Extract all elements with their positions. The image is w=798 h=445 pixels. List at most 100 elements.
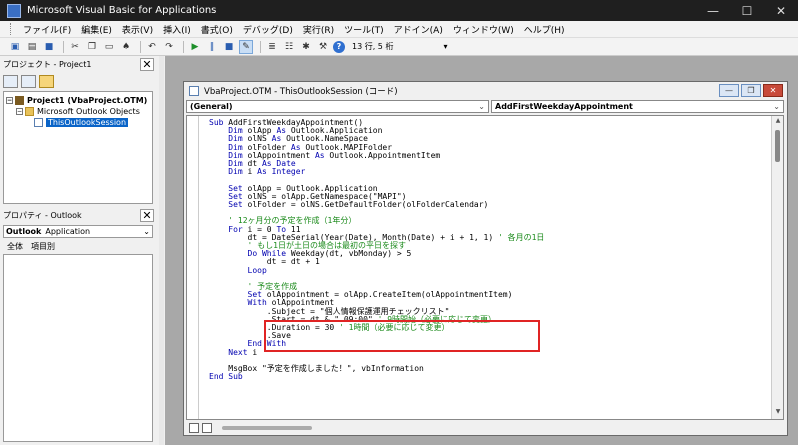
run-icon[interactable]: ▶ bbox=[188, 40, 202, 54]
code-line[interactable]: Set olFolder = olNS.GetDefaultFolder(olF… bbox=[209, 200, 544, 210]
code-line[interactable]: Dim i As Integer bbox=[209, 168, 544, 176]
chevron-down-icon[interactable]: ⌄ bbox=[478, 102, 485, 111]
tree-item-folder-label: Microsoft Outlook Objects bbox=[37, 107, 140, 116]
tree-item-outlook-objects[interactable]: − Microsoft Outlook Objects bbox=[6, 106, 150, 117]
tab-alphabetic[interactable]: 全体 bbox=[3, 241, 27, 253]
horizontal-scroll-thumb[interactable] bbox=[222, 425, 312, 430]
paste-icon[interactable]: ▭ bbox=[102, 40, 116, 54]
menu-run[interactable]: 実行(R) bbox=[298, 23, 339, 36]
find-icon[interactable]: ♠ bbox=[119, 40, 133, 54]
code-editor[interactable]: Sub AddFirstWeekdayAppointment() Dim olA… bbox=[186, 115, 784, 420]
full-module-view-icon[interactable] bbox=[202, 422, 212, 433]
toolbar-separator bbox=[183, 40, 184, 53]
maximize-button[interactable]: ☐ bbox=[730, 0, 764, 21]
properties-pane-close-button[interactable]: ✕ bbox=[140, 208, 154, 222]
pane-splitter[interactable] bbox=[159, 56, 164, 445]
tree-item-project[interactable]: − Project1 (VbaProject.OTM) bbox=[6, 95, 150, 106]
menu-file[interactable]: ファイル(F) bbox=[18, 23, 76, 36]
procedure-combo[interactable]: AddFirstWeekdayAppointment ⌄ bbox=[491, 100, 784, 113]
view-excel-icon[interactable]: ▣ bbox=[8, 40, 22, 54]
code-window-title: VbaProject.OTM - ThisOutlookSession (コード… bbox=[204, 86, 398, 97]
toolbar-options-icon[interactable]: ▾ bbox=[443, 42, 447, 51]
minimize-button[interactable]: — bbox=[696, 0, 730, 21]
menu-insert[interactable]: 挿入(I) bbox=[158, 23, 196, 36]
highlight-annotation-box bbox=[264, 320, 540, 352]
chevron-down-icon[interactable]: ⌄ bbox=[143, 227, 150, 236]
collapse-icon[interactable]: − bbox=[16, 108, 23, 115]
toolbar-separator bbox=[140, 40, 141, 53]
menu-grip[interactable] bbox=[10, 23, 13, 35]
chevron-down-icon[interactable]: ⌄ bbox=[773, 102, 780, 111]
code-token: Dim bbox=[209, 167, 248, 177]
toolbox-icon[interactable]: ⚒ bbox=[316, 40, 330, 54]
module-icon bbox=[34, 118, 43, 127]
object-combo-value: (General) bbox=[190, 102, 233, 111]
properties-window-icon[interactable]: ☷ bbox=[282, 40, 296, 54]
save-icon[interactable]: ■ bbox=[42, 40, 56, 54]
vba-app-icon bbox=[7, 3, 21, 18]
cut-icon[interactable]: ✂ bbox=[68, 40, 82, 54]
menu-help[interactable]: ヘルプ(H) bbox=[519, 23, 570, 36]
folder-icon bbox=[25, 107, 34, 116]
toggle-folders-icon[interactable] bbox=[39, 75, 54, 88]
design-mode-icon[interactable]: ✎ bbox=[239, 39, 253, 54]
menu-window[interactable]: ウィンドウ(W) bbox=[448, 23, 519, 36]
view-object-icon[interactable] bbox=[21, 75, 36, 88]
tree-item-project-label: Project1 (VbaProject.OTM) bbox=[27, 96, 148, 105]
code-line[interactable]: Loop bbox=[209, 265, 544, 275]
code-token: Outlook.AppointmentItem bbox=[329, 150, 441, 160]
reset-icon[interactable]: ■ bbox=[222, 40, 236, 54]
undo-icon[interactable]: ↶ bbox=[145, 40, 159, 54]
code-token: i bbox=[247, 167, 258, 177]
code-line[interactable]: End Sub bbox=[209, 373, 544, 381]
scroll-thumb[interactable] bbox=[775, 130, 780, 162]
properties-pane-title: プロパティ - Outlook bbox=[3, 210, 82, 220]
menu-view[interactable]: 表示(V) bbox=[117, 23, 158, 36]
menu-tools[interactable]: ツール(T) bbox=[339, 23, 389, 36]
break-icon[interactable]: ‖ bbox=[205, 40, 219, 54]
code-window-restore-button[interactable]: ❐ bbox=[741, 84, 761, 97]
code-window-minimize-button[interactable]: — bbox=[719, 84, 739, 97]
code-token: As Integer bbox=[257, 167, 306, 177]
menu-edit[interactable]: 編集(E) bbox=[76, 23, 117, 36]
window-title: Microsoft Visual Basic for Applications bbox=[27, 5, 217, 16]
view-code-icon[interactable] bbox=[3, 75, 18, 88]
properties-tabs: 全体 項目別 bbox=[3, 241, 153, 253]
procedure-view-icon[interactable] bbox=[189, 422, 199, 433]
insert-userform-icon[interactable]: ▤ bbox=[25, 40, 39, 54]
code-token: Set bbox=[209, 200, 248, 210]
properties-object-type: Application bbox=[45, 227, 91, 236]
help-icon[interactable]: ? bbox=[333, 40, 345, 53]
object-combo[interactable]: (General) ⌄ bbox=[186, 100, 489, 113]
redo-icon[interactable]: ↷ bbox=[162, 40, 176, 54]
properties-object-select[interactable]: Outlook Application ⌄ bbox=[3, 225, 153, 238]
menu-format[interactable]: 書式(O) bbox=[196, 23, 238, 36]
tab-categorized[interactable]: 項目別 bbox=[27, 241, 59, 253]
toolbar-separator bbox=[260, 40, 261, 53]
tree-item-thisoutlooksession[interactable]: ThisOutlookSession bbox=[6, 117, 150, 128]
margin-indicator-bar[interactable] bbox=[187, 116, 199, 419]
close-button[interactable]: ✕ bbox=[764, 0, 798, 21]
code-window-close-button[interactable]: ✕ bbox=[763, 84, 783, 97]
code-token: olFolder = olNS.GetDefaultFolder(olFolde… bbox=[247, 200, 489, 210]
code-token: End Sub bbox=[209, 372, 243, 382]
menu-debug[interactable]: デバッグ(D) bbox=[238, 23, 298, 36]
code-line[interactable]: MsgBox "予定を作成しました！", vbInformation bbox=[209, 364, 544, 373]
code-token: As bbox=[314, 150, 330, 160]
code-window-icon bbox=[189, 85, 199, 96]
vertical-scrollbar[interactable]: ▲ ▼ bbox=[771, 116, 783, 419]
properties-grid[interactable] bbox=[3, 254, 153, 442]
toolbar-separator bbox=[63, 40, 64, 53]
tree-item-module-label: ThisOutlookSession bbox=[46, 118, 129, 127]
project-pane-close-button[interactable]: ✕ bbox=[140, 57, 154, 71]
scroll-up-icon[interactable]: ▲ bbox=[772, 117, 783, 127]
code-token: Loop bbox=[209, 265, 267, 275]
scroll-down-icon[interactable]: ▼ bbox=[772, 408, 783, 418]
object-browser-icon[interactable]: ✱ bbox=[299, 40, 313, 54]
cursor-position: 13 行, 5 桁 bbox=[352, 42, 394, 51]
project-pane-toolbar bbox=[3, 73, 153, 90]
menu-addins[interactable]: アドイン(A) bbox=[389, 23, 448, 36]
project-explorer-icon[interactable]: ≣ bbox=[265, 40, 279, 54]
copy-icon[interactable]: ❐ bbox=[85, 40, 99, 54]
collapse-icon[interactable]: − bbox=[6, 97, 13, 104]
